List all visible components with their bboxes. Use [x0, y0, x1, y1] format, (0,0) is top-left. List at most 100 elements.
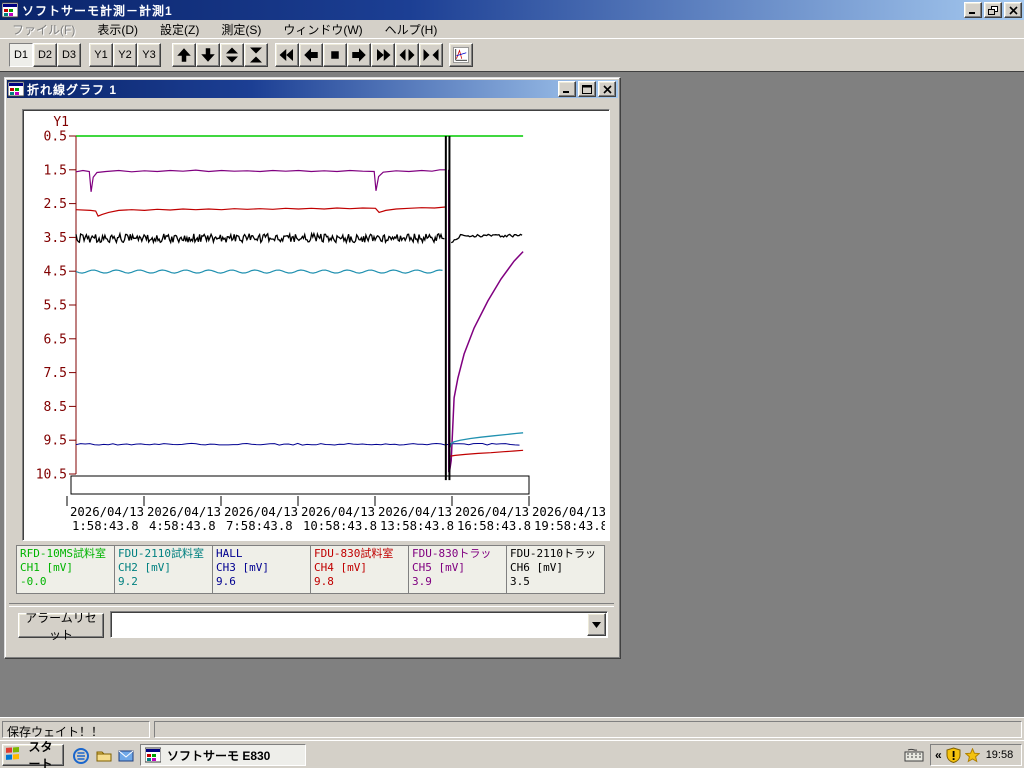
- menu-item-4[interactable]: 測定(S): [213, 20, 269, 39]
- rewind-icon: [278, 46, 296, 64]
- x-tick-date: 2026/04/13: [301, 505, 375, 519]
- menu-item-6[interactable]: ヘルプ(H): [377, 20, 446, 39]
- toolbar-button-fast-forward[interactable]: [371, 43, 395, 67]
- show-desktop-icon[interactable]: [95, 747, 112, 764]
- ime-keyboard-icon[interactable]: [904, 748, 924, 765]
- graph-window-titlebar[interactable]: 折れ線グラフ 1: [7, 80, 618, 98]
- toolbar-button-graph-window[interactable]: [449, 43, 473, 67]
- divider: [9, 603, 614, 607]
- marker-strip: [70, 475, 530, 495]
- start-button[interactable]: スタート: [2, 740, 64, 768]
- step-forward-icon: [350, 46, 368, 64]
- close-button[interactable]: [598, 81, 616, 97]
- toolbar-button-expand-horizontal[interactable]: [395, 43, 419, 67]
- channel-label: CH2 [mV]: [118, 561, 171, 574]
- status-cell-2: [154, 721, 1022, 738]
- ie-quicklaunch-icon[interactable]: [72, 747, 89, 764]
- menu-item-5[interactable]: ウィンドウ(W): [275, 20, 370, 39]
- graph-window-client: 0.5 1.5 2.5 3.5 4.5 5.5 6.5 7.5 8.5 9.5 10.5 Y1 2026…: [7, 98, 618, 656]
- channel-name: RFD-10MS試料室: [20, 547, 106, 560]
- alarm-combobox[interactable]: [110, 611, 608, 638]
- toolbar-button-compress-horizontal[interactable]: [419, 43, 443, 67]
- toolbar-button-d1[interactable]: D1: [9, 43, 33, 67]
- security-alert-icon[interactable]: [946, 747, 961, 763]
- toolbar-button-d2[interactable]: D2: [33, 43, 57, 67]
- series-CH4-post: [450, 449, 524, 457]
- series-CH4-pre: [75, 206, 446, 217]
- toolbar-button-expand-vertical[interactable]: [220, 43, 244, 67]
- menu-bar: ファイル(F) 表示(D) 設定(Z) 測定(S) ウィンドウ(W) ヘルプ(H): [0, 20, 1024, 38]
- screen: ソフトサーモ計測－計測1 ファイル(F) 表示(D) 設定(Z) 測定(S) ウィンドウ…: [0, 0, 1024, 768]
- series-CH2-post: [449, 432, 524, 448]
- window-title: ソフトサーモ計測－計測1: [22, 3, 173, 18]
- expand-horizontal-icon: [398, 46, 416, 64]
- toolbar-button-pan-up[interactable]: [172, 43, 196, 67]
- expand-vertical-icon: [223, 46, 241, 64]
- y-tick-label: 6.5: [44, 332, 67, 347]
- minimize-button[interactable]: [558, 81, 576, 97]
- toolbar-button-step-back[interactable]: [299, 43, 323, 67]
- x-tick-date: 2026/04/13: [532, 505, 605, 519]
- alarm-reset-button[interactable]: アラームリセット: [18, 611, 104, 642]
- update-notification-icon[interactable]: [964, 747, 980, 763]
- pan-down-icon: [199, 46, 217, 64]
- toolbar-button-y1[interactable]: Y1: [89, 43, 113, 67]
- legend-channel-6: FDU-2110トラッ CH6 [mV] 3.5: [507, 546, 604, 593]
- line-chart: 0.5 1.5 2.5 3.5 4.5 5.5 6.5 7.5 8.5 9.5 10.5 Y1 2026…: [36, 115, 605, 533]
- toolbar-button-stop[interactable]: [323, 43, 347, 67]
- fast-forward-icon: [374, 46, 392, 64]
- channel-name: FDU-2110トラッ: [510, 547, 596, 560]
- x-tick-date: 2026/04/13: [147, 505, 221, 519]
- x-tick-time: 7:58:43.8: [226, 519, 293, 533]
- toolbar-button-rewind[interactable]: [275, 43, 299, 67]
- minimize-button[interactable]: [964, 2, 982, 18]
- main-titlebar: ソフトサーモ計測－計測1: [0, 0, 1024, 20]
- app-icon: [145, 747, 161, 763]
- series-CH6-post: [450, 233, 523, 244]
- channel-label: CH6 [mV]: [510, 561, 563, 574]
- channel-name: HALL: [216, 547, 243, 560]
- series-CH5-pre: [75, 169, 446, 192]
- y-tick-label: 10.5: [36, 468, 67, 483]
- channel-value: 3.5: [510, 575, 530, 588]
- toolbar-button-y3[interactable]: Y3: [137, 43, 161, 67]
- x-tick-time: 1:58:43.8: [72, 519, 139, 533]
- channel-value: 9.8: [314, 575, 334, 588]
- x-tick-date: 2026/04/13: [455, 505, 529, 519]
- taskbar-clock: 19:58: [985, 749, 1014, 761]
- toolbar: D1 D2 D3 Y1 Y2 Y3: [0, 38, 1024, 71]
- combo-dropdown-button[interactable]: [587, 613, 606, 636]
- y-tick-label: 4.5: [44, 265, 67, 280]
- menu-item-3[interactable]: 設定(Z): [152, 20, 207, 39]
- toolbar-button-y2[interactable]: Y2: [113, 43, 137, 67]
- graph-window-icon: [452, 46, 470, 64]
- outlook-express-icon[interactable]: [117, 747, 134, 764]
- toolbar-button-compress-vertical[interactable]: [244, 43, 268, 67]
- step-back-icon: [302, 46, 320, 64]
- x-tick-time: 4:58:43.8: [149, 519, 216, 533]
- channel-legend: RFD-10MS試料室 CH1 [mV] -0.0 FDU-2110試料室 CH2…: [16, 545, 605, 594]
- channel-name: FDU-830試料室: [314, 547, 394, 560]
- x-tick-time: 16:58:43.8: [457, 519, 531, 533]
- menu-item-2[interactable]: 表示(D): [89, 20, 146, 39]
- chart-panel: 0.5 1.5 2.5 3.5 4.5 5.5 6.5 7.5 8.5 9.5 10.5 Y1 2026…: [22, 109, 610, 541]
- app-icon: [2, 2, 18, 18]
- legend-channel-4: FDU-830試料室 CH4 [mV] 9.8: [311, 546, 409, 593]
- toolbar-button-step-forward[interactable]: [347, 43, 371, 67]
- toolbar-button-pan-down[interactable]: [196, 43, 220, 67]
- series-CH6-pre: [75, 231, 445, 245]
- toolbar-button-d3[interactable]: D3: [57, 43, 81, 67]
- tray-chevron-icon[interactable]: «: [935, 748, 942, 762]
- compress-horizontal-icon: [422, 46, 440, 64]
- channel-value: 9.6: [216, 575, 236, 588]
- status-bar: 保存ウェイト！！: [0, 717, 1024, 741]
- task-button-softthermo[interactable]: ソフトサーモ E830: [140, 744, 306, 766]
- channel-label: CH3 [mV]: [216, 561, 269, 574]
- restore-button[interactable]: [984, 2, 1002, 18]
- channel-value: 9.2: [118, 575, 138, 588]
- close-button[interactable]: [1004, 2, 1022, 18]
- maximize-button[interactable]: [578, 81, 596, 97]
- graph-window: 折れ線グラフ 1 0.5 1.5 2.5 3.5 4.5 5.5 6.5 7.5 8.5 9.5 1…: [4, 77, 621, 659]
- y-axis-title: Y1: [53, 115, 69, 130]
- series-CH2-pre: [75, 269, 443, 274]
